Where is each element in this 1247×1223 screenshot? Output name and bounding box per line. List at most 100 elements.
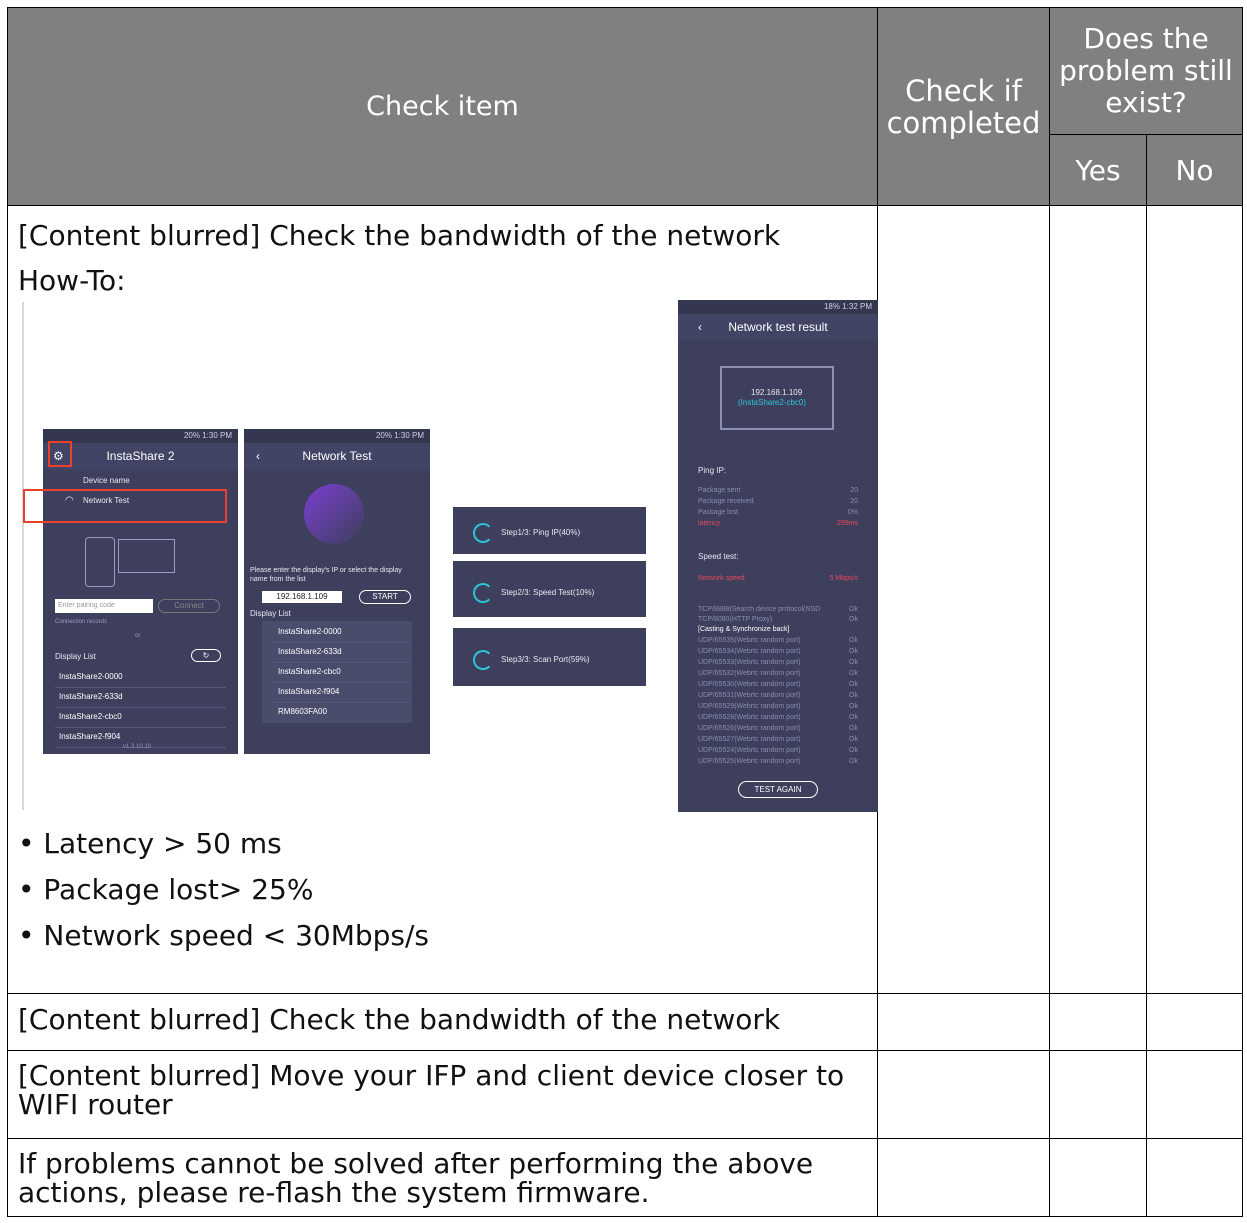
device-name-item[interactable]: Device name [83,476,130,485]
port-label: UDP/65530(Webrtc random port) [698,681,801,688]
table-row: [Content blurred] Check the bandwidth of… [7,993,1243,1051]
header-still-exist: Does the problem still exist? [1049,7,1243,135]
list-item: • Network speed < 30Mbps/s [18,919,430,952]
no-cell[interactable] [1146,205,1243,994]
result-title: Network test result [728,320,828,334]
ping-row: Package received 20 [698,498,858,505]
status-text: 20% 1:30 PM [375,431,424,440]
ping-label: Package lost [698,509,739,516]
port-label: UDP/65526(Webrtc random port) [698,725,801,732]
check-if-completed-cell[interactable] [877,1138,1050,1217]
yes-cell[interactable] [1049,205,1147,994]
step-card-ping: Step1/3: Ping IP(40%) [453,507,646,554]
no-cell[interactable] [1146,1050,1243,1139]
display-list-label: Display List [55,652,96,661]
port-label: UDP/65525(Webrtc random port) [698,758,801,765]
list-item[interactable]: InstaShare2-0000 [274,622,410,643]
display-illustration [118,539,175,573]
no-cell[interactable] [1146,1138,1243,1217]
step-card-scan: Step3/3: Scan Port(59%) [453,628,646,686]
test-again-button[interactable]: TEST AGAIN [738,781,818,798]
checklist-table: Check item Check if completed Does the p… [7,7,1243,1217]
port-status: Ok [849,736,858,743]
howto-label: How-To: [18,264,126,297]
check-if-completed-cell[interactable] [877,993,1050,1051]
refresh-icon[interactable]: ↻ [191,649,221,662]
list-item[interactable]: InstaShare2-633d [274,642,410,663]
check-if-completed-cell[interactable] [877,1050,1050,1139]
connection-records-link[interactable]: Connection records [55,619,107,625]
network-test-title: Network Test [302,449,372,463]
port-status: Ok [849,714,858,721]
threshold-list: • Latency > 50 ms • Package lost> 25% • … [8,821,877,959]
check-item-cell: [Content blurred] Check the bandwidth of… [7,205,878,994]
back-chevron-icon[interactable]: ‹ [256,443,260,469]
header-check-item: Check item [7,7,878,206]
connect-button[interactable]: Connect [158,599,220,613]
port-status: Ok [849,681,858,688]
port-status: Ok [849,692,858,699]
yes-cell[interactable] [1049,1138,1147,1217]
yes-cell[interactable] [1049,993,1147,1051]
port-row: UDP/65534(Webrtc random port) Ok [698,648,858,655]
ping-value: 0% [847,509,858,516]
check-item-cell: [Content blurred] Check the bandwidth of… [7,993,878,1051]
list-item[interactable]: RM8603FA00 [274,702,410,722]
progress-spinner-icon [473,523,493,543]
table-row: [Content blurred] Move your IFP and clie… [7,1050,1243,1139]
port-label: UDP/65531(Webrtc random port) [698,692,801,699]
troubleshooting-page: Check item Check if completed Does the p… [0,0,1247,1223]
step-label: Step1/3: Ping IP(40%) [501,528,581,537]
table-row: If problems cannot be solved after perfo… [7,1138,1243,1217]
network-speed-label: Network speed [698,575,745,582]
network-test-highlight-box [23,489,227,523]
list-item: • Latency > 50 ms [18,827,282,860]
app-title: InstaShare 2 [106,449,175,463]
port-row: TCP/8888(Search device protocol(NSD Ok [698,606,858,613]
list-item[interactable]: InstaShare2-cbc0 [55,707,226,728]
pairing-code-input[interactable]: Enter pairing code [55,599,153,613]
or-separator: or [135,633,141,639]
port-status: Ok [849,725,858,732]
list-item[interactable]: InstaShare2-0000 [55,667,226,688]
ping-ip-heading: Ping IP: [698,466,727,475]
port-label: UDP/65532(Webrtc random port) [698,670,801,677]
ping-value: 20 [850,487,858,494]
step-label: Step2/3: Speed Test(10%) [501,588,595,597]
port-row: UDP/65532(Webrtc random port) Ok [698,670,858,677]
back-chevron-icon[interactable]: ‹ [698,314,702,340]
phone-illustration [85,537,115,587]
port-label: UDP/65535(Webrtc random port) [698,637,801,644]
screenshots-figure: 20% 1:30 PM ⚙ InstaShare 2 Device name ◠… [18,296,878,821]
step-card-speed: Step2/3: Speed Test(10%) [453,561,646,617]
row-title: [Content blurred] Check the bandwidth of… [18,1003,781,1036]
ip-input[interactable]: 192.168.1.109 [262,591,342,603]
laptop-illustration [304,484,364,544]
yes-cell[interactable] [1049,1050,1147,1139]
ping-value: 20 [850,498,858,505]
port-row: UDP/65533(Webrtc random port) Ok [698,659,858,666]
check-if-completed-cell[interactable] [877,205,1050,994]
list-item[interactable]: InstaShare2-cbc0 [274,662,410,683]
port-status: Ok [849,616,858,623]
network-speed-row: Network speed 5 Mbps/s [698,575,858,582]
figure-divider [22,302,24,810]
progress-spinner-icon [473,583,493,603]
result-title-bar: ‹ Network test result [678,314,878,340]
casting-heading: [Casting & Synchronize back] [698,626,790,633]
port-status: Ok [849,747,858,754]
list-item[interactable]: InstaShare2-f904 [274,682,410,703]
display-list-label: Display List [250,609,291,618]
no-cell[interactable] [1146,993,1243,1051]
table-row: [Content blurred] Check the bandwidth of… [7,205,1243,994]
network-test-screenshot: 20% 1:30 PM ‹ Network Test Please enter … [244,429,430,754]
port-row: UDP/65528(Webrtc random port) Ok [698,714,858,721]
list-item[interactable]: InstaShare2-633d [55,687,226,708]
port-row: UDP/65525(Webrtc random port) Ok [698,758,858,765]
port-label: TCP/8080(HTTP Proxy) [698,616,773,623]
row-title: [Content blurred] Check the bandwidth of… [18,219,781,252]
port-label: UDP/65529(Webrtc random port) [698,703,801,710]
row-title: If problems cannot be solved after perfo… [18,1147,814,1209]
port-label: TCP/8888(Search device protocol(NSD [698,606,821,613]
start-button[interactable]: START [359,590,411,604]
